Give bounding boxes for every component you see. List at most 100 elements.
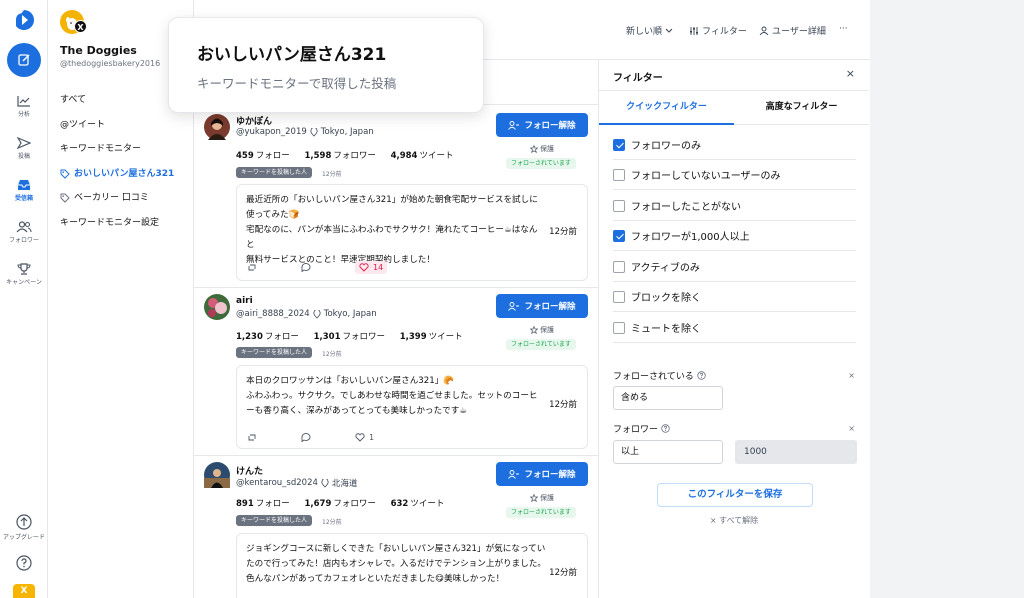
tab-advanced-filter[interactable]: 高度なフィルター (734, 91, 869, 125)
nav-item-keyword-monitor[interactable]: キーワードモニター (60, 137, 188, 162)
tweet-time: 12分前 (549, 568, 577, 578)
tweets-label: ツイート (419, 151, 454, 161)
retweet-button[interactable] (247, 263, 301, 272)
account-handle: @thedoggiesbakery2016 (60, 59, 161, 68)
checkbox[interactable] (613, 260, 625, 273)
clear-all-button[interactable]: × すべて解除 (599, 515, 869, 526)
nav-label: ベーカリー 口コミ (74, 193, 149, 203)
icon-rail: 分析 投稿 受信箱 フォロワー キャンペーン アップグレード X (0, 0, 48, 598)
tweet-time: 12分前 (549, 227, 577, 237)
retweet-button[interactable] (247, 433, 301, 442)
tweet-text: 本日のクロワッサンは「おいしいパン屋さん321」🥐 ふわふわっ。サクサク。でしあ… (246, 374, 546, 419)
follower-count-input[interactable]: 1000 (735, 440, 857, 464)
followed-select[interactable]: 含める (613, 386, 723, 410)
protect-toggle[interactable]: 保護 (530, 325, 554, 335)
post-author-name[interactable]: けんた (236, 464, 263, 477)
handle-text: @yukapon_2019 (236, 127, 307, 137)
following-count: 459 (236, 151, 254, 161)
upgrade-button[interactable]: アップグレード (0, 514, 48, 541)
filter-option-label: アクティブのみ (631, 263, 700, 274)
checkbox[interactable] (613, 168, 625, 181)
comment-icon (301, 433, 311, 442)
filter-button[interactable]: フィルター (689, 24, 747, 37)
help-circle-icon[interactable] (697, 371, 706, 380)
nav-item-mentions[interactable]: @ツイート (60, 113, 188, 138)
save-filter-button[interactable]: このフィルターを保存 (657, 483, 813, 507)
help-circle-icon[interactable] (661, 424, 670, 433)
rail-item-analytics[interactable]: 分析 (0, 95, 48, 118)
users-icon (16, 221, 32, 233)
checkbox[interactable] (613, 199, 625, 212)
filter-option-never-followed[interactable]: フォローしたことがない (613, 191, 856, 221)
rail-item-inbox[interactable]: 受信箱 (0, 179, 48, 202)
protect-toggle[interactable]: 保護 (530, 144, 554, 154)
filter-title: フィルター (613, 73, 663, 84)
sort-dropdown[interactable]: 新しい順 (626, 24, 673, 37)
tab-quick-filter[interactable]: クイックフィルター (599, 91, 734, 125)
location-text: 北海道 (331, 479, 358, 489)
user-detail-button[interactable]: ユーザー詳細 (759, 24, 826, 37)
help-button[interactable] (0, 555, 48, 573)
star-icon (530, 326, 538, 334)
like-button[interactable]: 1 (355, 433, 409, 442)
post-author-name[interactable]: airi (236, 296, 253, 306)
location-pin-icon (321, 478, 329, 488)
close-icon[interactable]: × (846, 67, 855, 80)
unfollow-button[interactable]: フォロー解除 (496, 462, 588, 486)
rail-item-followers[interactable]: フォロワー (0, 221, 48, 244)
filter-option-active-only[interactable]: アクティブのみ (613, 252, 856, 282)
reply-button[interactable] (301, 263, 355, 272)
unfollow-button[interactable]: フォロー解除 (496, 294, 588, 318)
filter-option-not-following[interactable]: フォローしていないユーザーのみ (613, 160, 856, 190)
retweet-icon (248, 264, 256, 271)
tweet-card[interactable]: 本日のクロワッサンは「おいしいパン屋さん321」🥐 ふわふわっ。サクサク。でしあ… (236, 365, 588, 449)
nav-item-keyword-oishii[interactable]: おいしいパン屋さん321 (60, 162, 188, 187)
filter-option-exclude-blocked[interactable]: ブロックを除く (613, 282, 856, 312)
rail-item-campaign[interactable]: キャンペーン (0, 263, 48, 286)
post-item: airi @airi_8888_2024 Tokyo, Japan 1,230 フ… (194, 288, 598, 456)
following-count: 1,230 (236, 332, 263, 342)
clear-follower-filter-icon[interactable]: × (848, 424, 855, 433)
checkbox[interactable] (613, 290, 625, 303)
nav-item-keyword-bakery[interactable]: ベーカリー 口コミ (60, 186, 188, 211)
tweet-card[interactable]: ジョギングコースに新しくできた「おいしいパン屋さん321」が気になってい たので… (236, 533, 588, 598)
reply-button[interactable] (301, 433, 355, 442)
filter-option-label: フォロワーのみ (631, 141, 701, 152)
clear-followed-filter-icon[interactable]: × (848, 371, 855, 380)
unfollow-label: フォロー解除 (524, 121, 576, 131)
compose-button[interactable] (7, 43, 41, 77)
following-label: フォロー (255, 499, 290, 509)
checkbox[interactable] (613, 321, 625, 334)
tweet-line: ふわふわっ。サクサク。でしあわせな時間を過ごせました。セットのコーヒ (246, 391, 538, 401)
filter-option-followers-only[interactable]: フォロワーのみ (613, 130, 856, 160)
post-avatar[interactable] (204, 462, 230, 488)
nav-item-keyword-settings[interactable]: キーワードモニター設定 (60, 211, 188, 236)
post-author-name[interactable]: ゆかぽん (236, 114, 272, 127)
protect-toggle[interactable]: 保護 (530, 493, 554, 503)
unfollow-button[interactable]: フォロー解除 (496, 113, 588, 137)
protect-label: 保護 (540, 145, 554, 153)
star-icon (530, 145, 538, 153)
filter-option-followers-1000[interactable]: フォロワーが1,000人以上 (613, 221, 856, 251)
like-button[interactable]: 14 (355, 261, 388, 274)
tweet-actions: 14 (247, 261, 388, 274)
checkbox[interactable] (613, 229, 625, 242)
more-menu-button[interactable]: ··· (839, 24, 848, 34)
app-logo-icon[interactable] (13, 9, 35, 31)
post-avatar[interactable] (204, 294, 230, 320)
following-count: 891 (236, 499, 254, 509)
rail-item-post[interactable]: 投稿 (0, 137, 48, 160)
following-label: フォロー (264, 332, 299, 342)
post-avatar[interactable] (204, 114, 230, 140)
post-author-stats: 1,230 フォロー 1,301 フォロワー 1,399 ツイート (236, 330, 475, 342)
follower-operator-select[interactable]: 以上 (613, 440, 723, 464)
account-switcher-badge[interactable]: X (13, 584, 35, 598)
filter-option-exclude-muted[interactable]: ミュートを除く (613, 313, 856, 343)
tweet-card[interactable]: 最近近所の「おいしいパン屋さん321」が始めた朝食宅配サービスを試しに 使ってみ… (236, 184, 588, 281)
tweet-actions: 1 (247, 433, 409, 442)
followers-count: 1,598 (304, 151, 332, 161)
checkbox[interactable] (613, 138, 625, 151)
account-nav: すべて @ツイート キーワードモニター おいしいパン屋さん321 ベーカリー 口… (60, 88, 188, 235)
tweet-time: 12分前 (549, 400, 577, 410)
like-count: 14 (373, 263, 384, 272)
